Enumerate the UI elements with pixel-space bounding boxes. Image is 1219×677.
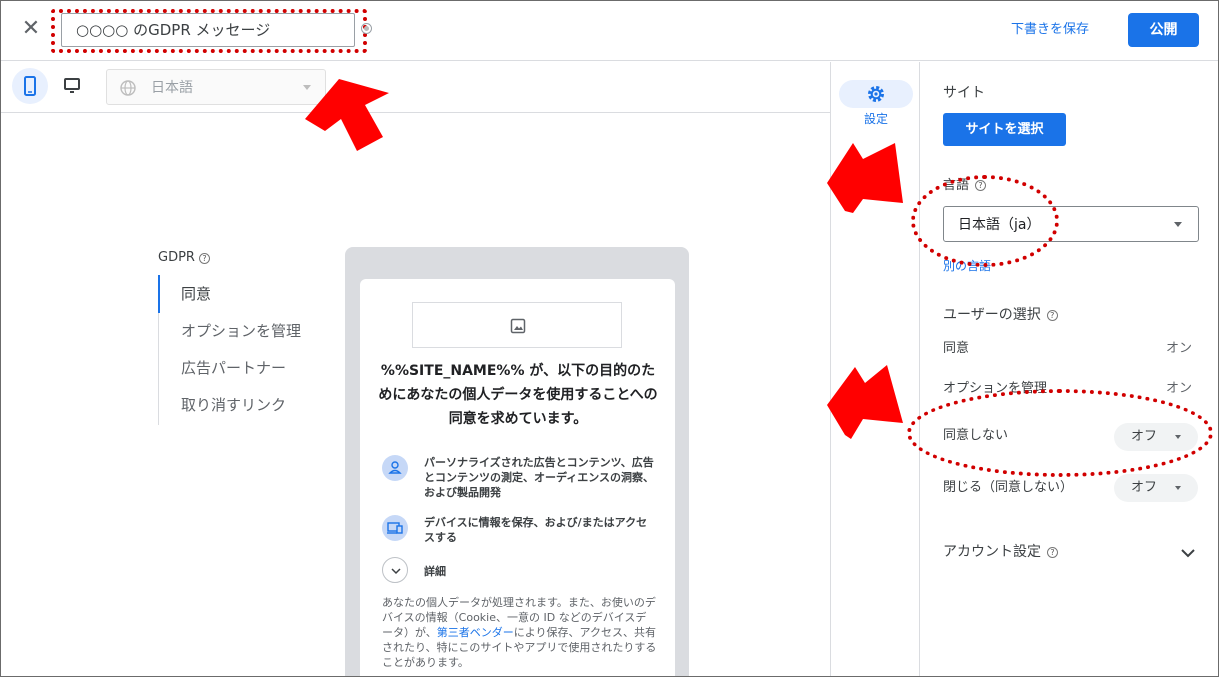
nav-item-revocation-link[interactable]: 取り消すリンク: [181, 395, 286, 415]
consent-message-preview: %%SITE_NAME%% が、以下の目的のためにあなたの個人データを使用するこ…: [360, 279, 675, 676]
devices-icon: [382, 515, 408, 541]
mobile-icon: [24, 76, 36, 96]
select-site-button[interactable]: サイトを選択: [943, 113, 1066, 146]
choice-label-close: 閉じる（同意しない）: [943, 480, 1074, 495]
save-draft-link[interactable]: 下書きを保存: [1011, 19, 1089, 41]
close-icon[interactable]: ✕: [19, 17, 43, 41]
site-heading: サイト: [943, 85, 985, 101]
user-choice-heading: ユーザーの選択?: [943, 305, 1058, 325]
chevron-down-icon: [1175, 486, 1181, 490]
active-indicator: [158, 275, 160, 313]
settings-rail-label[interactable]: 設定: [831, 110, 921, 127]
globe-icon: [120, 80, 136, 96]
account-settings-heading[interactable]: アカウント設定?: [943, 542, 1058, 562]
publish-button[interactable]: 公開: [1128, 13, 1199, 47]
desktop-icon: [64, 78, 80, 93]
choice-label-consent: 同意: [943, 341, 970, 356]
nav-item-consent[interactable]: 同意: [181, 284, 211, 304]
data-processing-paragraph: あなたの個人データが処理されます。また、お使いのデバイスの情報（Cookie、一…: [382, 596, 657, 669]
site-logo-placeholder: [412, 302, 622, 348]
message-section-nav: 同意 オプションを管理 広告パートナー 取り消すリンク: [158, 275, 318, 425]
settings-panel: サイト サイトを選択 言語? 日本語（ja） 別の言語 ユーザーの選択? 同意 …: [921, 62, 1218, 676]
gear-icon: [868, 86, 884, 102]
gdpr-heading: GDPR?: [158, 249, 210, 267]
chevron-down-icon: [382, 557, 408, 583]
image-icon: [510, 318, 526, 334]
preview-language-value: 日本語: [151, 80, 193, 96]
side-rail: 設定: [830, 62, 921, 676]
settings-rail-button[interactable]: [839, 80, 913, 108]
person-icon: [382, 455, 408, 481]
choice-value-manage-options: オン: [1165, 381, 1192, 396]
top-bar: ✕ ○○○○ のGDPR メッセージ 下書きを保存 公開: [1, 1, 1218, 61]
purpose-text: パーソナライズされた広告とコンテンツ、広告とコンテンツの測定、オーディエンスの洞…: [424, 456, 655, 499]
annotation-highlight-language: [911, 175, 1059, 267]
annotation-highlight-title: [51, 9, 367, 53]
desktop-view-button[interactable]: [54, 68, 90, 104]
mobile-view-button[interactable]: [12, 68, 48, 104]
details-label: 詳細: [424, 565, 446, 578]
chevron-down-icon: [1174, 222, 1182, 227]
nav-item-ad-partners[interactable]: 広告パートナー: [181, 358, 286, 378]
help-icon[interactable]: ?: [1046, 310, 1058, 321]
edit-status-icon: [361, 23, 372, 34]
chevron-down-icon[interactable]: [1179, 544, 1197, 562]
chevron-down-icon: [303, 85, 311, 90]
help-icon[interactable]: ?: [1047, 547, 1058, 558]
third-party-vendors-link[interactable]: 第三者ベンダー: [437, 626, 514, 639]
purpose-text: デバイスに情報を保存、および/またはアクセスする: [424, 516, 648, 544]
preview-language-select[interactable]: 日本語: [106, 69, 326, 105]
consent-headline: %%SITE_NAME%% が、以下の目的のためにあなたの個人データを使用するこ…: [378, 363, 658, 427]
nav-item-manage-options[interactable]: オプションを管理: [181, 321, 301, 341]
choice-value-consent: オン: [1165, 341, 1192, 356]
app-window: ✕ ○○○○ のGDPR メッセージ 下書きを保存 公開 日本語 GDPR? 同…: [0, 0, 1219, 677]
help-icon[interactable]: ?: [198, 253, 210, 264]
annotation-highlight-do-not-consent: [907, 389, 1213, 477]
toggle-value: オフ: [1131, 480, 1158, 495]
device-toolbar: 日本語: [1, 62, 830, 113]
close-toggle[interactable]: オフ: [1114, 474, 1198, 502]
